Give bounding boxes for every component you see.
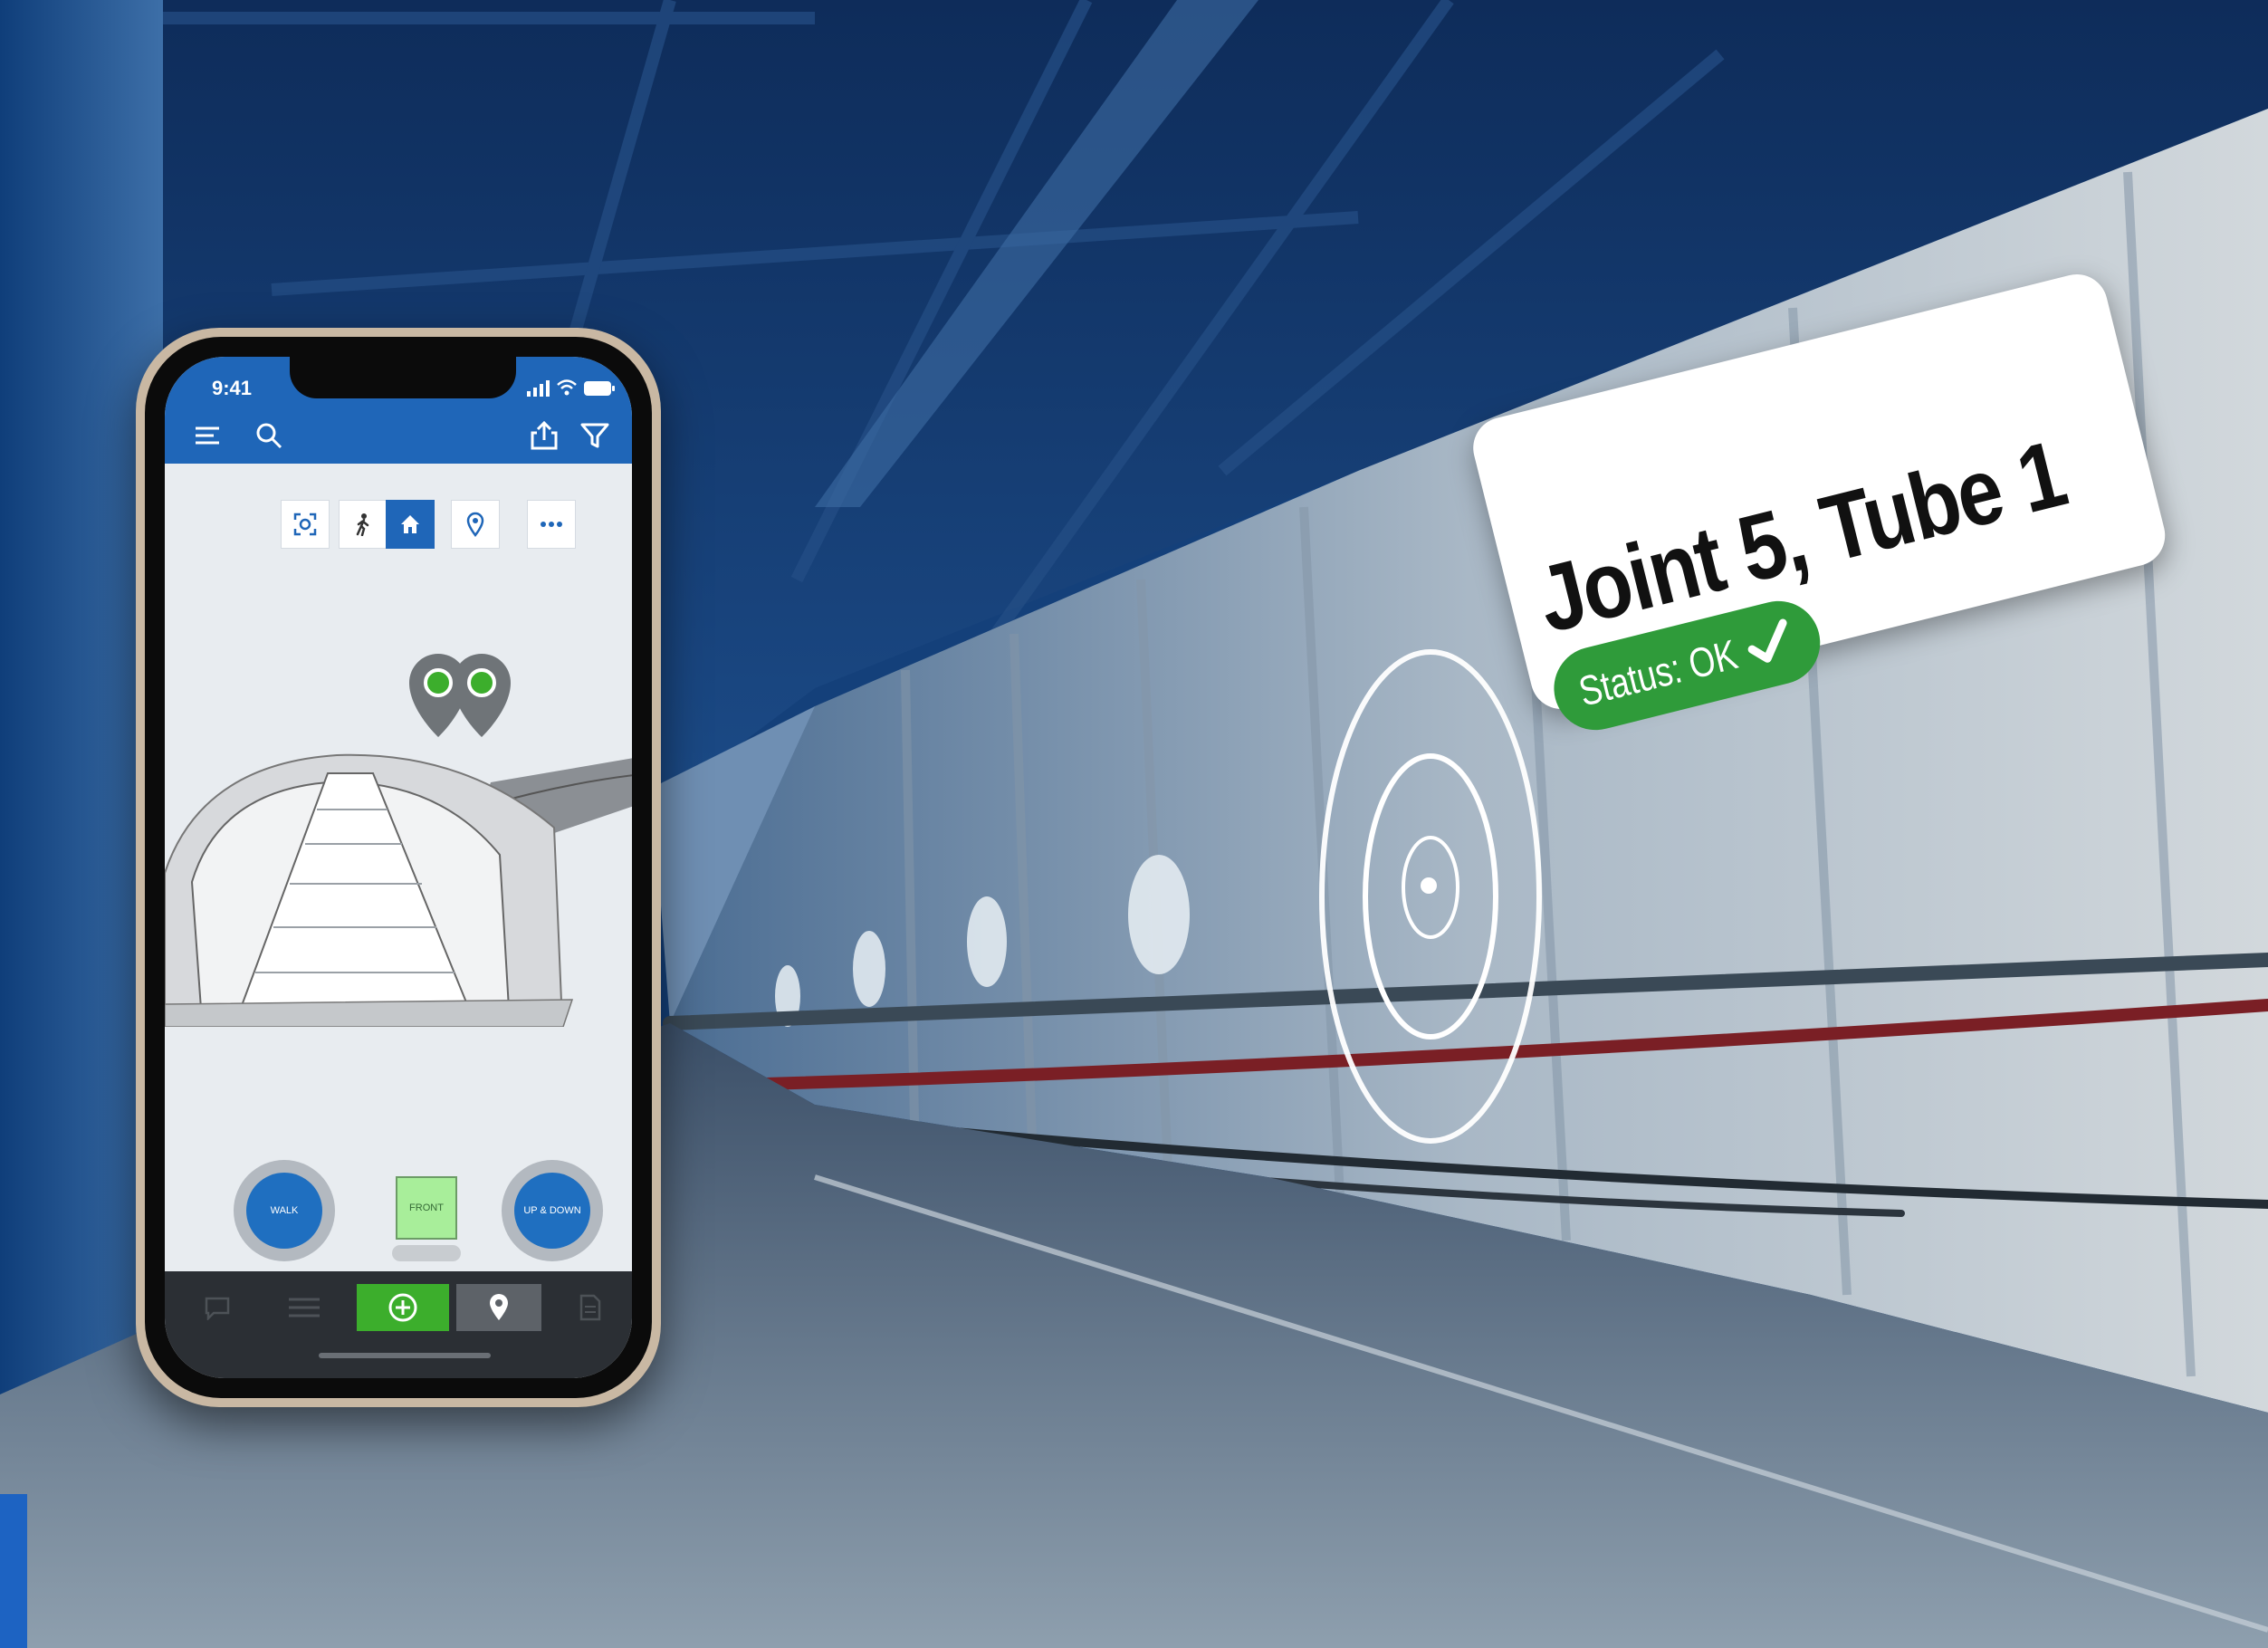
location-button[interactable]	[451, 500, 500, 549]
joint-marker-icon[interactable]	[409, 654, 511, 737]
front-view-base	[392, 1245, 461, 1261]
document-icon	[579, 1294, 601, 1321]
more-button[interactable]	[527, 500, 576, 549]
tab-list[interactable]	[277, 1284, 331, 1331]
list-icon	[289, 1298, 320, 1317]
app-screen: 9:41 WALK FRONT UP & DOWN	[165, 357, 632, 1378]
front-label: FRONT	[396, 1176, 457, 1240]
comment-icon	[205, 1297, 230, 1320]
battery-icon	[584, 381, 615, 396]
tab-add[interactable]	[357, 1284, 449, 1331]
tab-comments[interactable]	[190, 1284, 244, 1331]
phone-bezel: 9:41 WALK FRONT UP & DOWN	[145, 337, 652, 1398]
tunnel-3d-model[interactable]	[165, 647, 632, 1027]
wifi-icon	[557, 379, 577, 396]
menu-icon[interactable]	[192, 420, 223, 451]
tunnel-scene: Joint 5, Tube 1 Status: OK 9:41 WALK FRO…	[0, 0, 2268, 1648]
map-pin-icon	[490, 1294, 508, 1320]
phone-notch	[290, 357, 516, 398]
location-pin-icon	[466, 512, 484, 537]
share-icon[interactable]	[529, 420, 560, 451]
scan-icon	[293, 513, 317, 536]
tab-map[interactable]	[456, 1284, 541, 1331]
status-time: 9:41	[212, 377, 253, 399]
signal-icon	[527, 380, 550, 397]
tab-documents[interactable]	[563, 1284, 617, 1331]
home-icon	[401, 515, 419, 533]
scan-button[interactable]	[281, 500, 330, 549]
walk-label: WALK	[246, 1173, 322, 1249]
home-view-button[interactable]	[386, 500, 435, 549]
up-down-label: UP & DOWN	[514, 1173, 590, 1249]
add-icon	[388, 1293, 417, 1322]
phone-mockup: 9:41 WALK FRONT UP & DOWN	[136, 328, 661, 1407]
filter-icon[interactable]	[579, 420, 610, 451]
walk-button[interactable]: WALK	[234, 1160, 335, 1261]
up-down-button[interactable]: UP & DOWN	[502, 1160, 603, 1261]
view-toolbar	[165, 500, 632, 554]
more-icon	[541, 522, 562, 527]
front-view-button[interactable]: FRONT	[392, 1176, 461, 1263]
search-icon[interactable]	[254, 420, 284, 451]
checkmark-icon	[1747, 618, 1787, 663]
home-indicator	[319, 1353, 491, 1358]
walk-icon	[356, 513, 369, 536]
walk-mode-button[interactable]	[339, 500, 388, 549]
bottom-tabbar	[165, 1271, 632, 1378]
